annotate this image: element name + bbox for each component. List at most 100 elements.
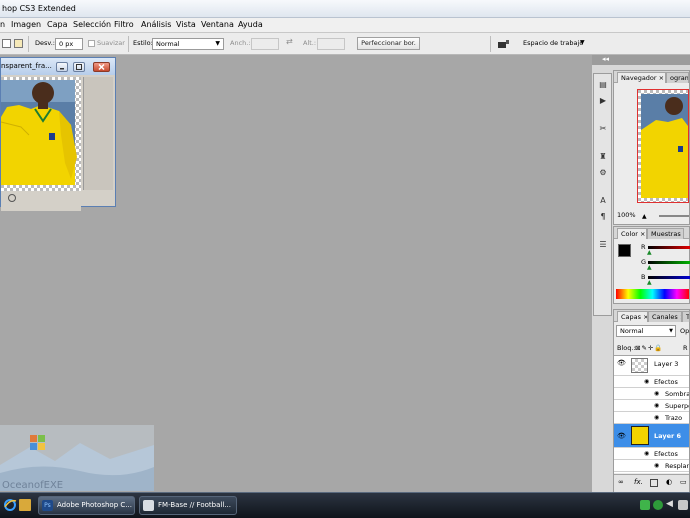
menu-select[interactable]: Selección bbox=[73, 20, 111, 29]
folder-icon[interactable] bbox=[19, 499, 31, 511]
menu-filter[interactable]: Filtro bbox=[114, 20, 134, 29]
eye-icon[interactable]: 👁 bbox=[617, 424, 626, 447]
height-input[interactable] bbox=[317, 38, 345, 50]
tab-color[interactable]: Color × bbox=[617, 228, 647, 239]
tray-volume-icon[interactable]: ◀ bbox=[666, 499, 673, 509]
taskbar-photoshop[interactable]: Ps Adobe Photoshop C... bbox=[38, 496, 135, 515]
lock-icons[interactable]: ⊠✎✛🔒 bbox=[635, 344, 663, 352]
browser-icon bbox=[143, 500, 154, 511]
green-slider[interactable] bbox=[648, 261, 690, 264]
layers-list[interactable]: 👁 Layer 3 ◉ Efectos ◉ Sombra ◉ Superpo ◉… bbox=[614, 355, 689, 473]
app-title-bar: hop CS3 Extended bbox=[0, 0, 690, 18]
layer-comps-icon[interactable]: ☰ bbox=[597, 238, 609, 250]
blue-slider[interactable] bbox=[648, 276, 690, 279]
tray-app-icon[interactable] bbox=[678, 500, 688, 510]
zoom-out-icon[interactable]: ▲ bbox=[642, 213, 647, 220]
effects-row[interactable]: ◉ Efectos bbox=[614, 448, 689, 460]
red-slider[interactable] bbox=[648, 246, 690, 249]
menu-analysis[interactable]: Análisis bbox=[141, 20, 171, 29]
history-icon[interactable]: ▤ bbox=[597, 78, 609, 90]
eye-icon[interactable]: ◉ bbox=[654, 460, 659, 471]
document-title-bar[interactable]: nsparent_fra... bbox=[1, 58, 115, 75]
foreground-color-swatch[interactable] bbox=[618, 244, 631, 257]
effects-row[interactable]: ◉ Efectos bbox=[614, 376, 689, 388]
status-area bbox=[1, 191, 81, 211]
effect-row[interactable]: ◉ Trazo bbox=[614, 412, 689, 424]
tool-presets-icon[interactable] bbox=[497, 39, 510, 49]
clone-source-icon[interactable]: ♜ bbox=[597, 150, 609, 162]
eye-icon[interactable]: ◉ bbox=[644, 448, 649, 459]
add-selection-icon[interactable] bbox=[14, 39, 23, 48]
menu-window[interactable]: Ventana bbox=[201, 20, 234, 29]
slider-handle-icon[interactable]: ▲ bbox=[647, 279, 652, 286]
document-canvas[interactable] bbox=[0, 77, 81, 245]
layers-tabs: Capas × Canales × T bbox=[614, 310, 690, 322]
eye-icon[interactable]: ◉ bbox=[654, 388, 659, 399]
tray-security-icon[interactable] bbox=[653, 500, 663, 510]
zoom-slider[interactable] bbox=[659, 215, 689, 217]
collapse-icon[interactable]: ◂◂ bbox=[602, 55, 609, 63]
menu-view[interactable]: Vista bbox=[176, 20, 196, 29]
layer-row-selected[interactable]: 👁 Layer 6 bbox=[614, 424, 689, 448]
tab-label: Capas bbox=[621, 313, 642, 321]
tab-navigator[interactable]: Navegador × bbox=[617, 72, 666, 83]
tab-histogram[interactable]: ograma bbox=[666, 72, 689, 83]
chevron-down-icon[interactable]: ▼ bbox=[580, 39, 585, 46]
tool-presets-icon[interactable]: ⚙ bbox=[597, 166, 609, 178]
effect-row[interactable]: ◉ Sombra bbox=[614, 388, 689, 400]
document-window[interactable]: nsparent_fra... bbox=[0, 57, 116, 211]
new-layer-icon[interactable]: ▭ bbox=[680, 478, 687, 486]
slider-handle-icon[interactable]: ▲ bbox=[647, 264, 652, 271]
slider-handle-icon[interactable]: ▲ bbox=[647, 249, 652, 256]
mask-icon[interactable] bbox=[650, 479, 658, 487]
brushes-icon[interactable]: ✂ bbox=[597, 122, 609, 134]
swap-icon[interactable]: ⇄ bbox=[286, 37, 293, 46]
vertical-scrollbar[interactable] bbox=[83, 77, 113, 190]
menu-help[interactable]: Ayuda bbox=[238, 20, 263, 29]
antialias-label: Suavizar bbox=[97, 39, 125, 47]
close-icon[interactable] bbox=[93, 62, 110, 72]
effect-label: Resplanc bbox=[665, 462, 689, 470]
effects-label: Efectos bbox=[654, 378, 678, 386]
tab-paths[interactable]: T bbox=[682, 311, 690, 322]
minimize-icon[interactable] bbox=[56, 62, 68, 72]
antialias-checkbox[interactable] bbox=[88, 40, 95, 47]
menu-file[interactable]: n bbox=[0, 20, 5, 29]
zoom-value[interactable]: 100% bbox=[617, 211, 636, 219]
adjustment-icon[interactable]: ◐ bbox=[666, 478, 672, 486]
refine-edge-button[interactable]: Perfeccionar bor. bbox=[357, 37, 420, 50]
paragraph-icon[interactable]: ¶ bbox=[597, 210, 609, 222]
navigator-preview[interactable] bbox=[637, 89, 689, 203]
color-ramp[interactable] bbox=[616, 289, 689, 299]
effect-row[interactable]: ◉ Resplanc bbox=[614, 460, 689, 472]
eye-icon[interactable]: 👁 bbox=[617, 356, 626, 370]
tab-channels[interactable]: Canales × bbox=[648, 311, 682, 322]
maximize-icon[interactable] bbox=[73, 62, 85, 72]
character-icon[interactable]: A bbox=[597, 194, 609, 206]
menu-layer[interactable]: Capa bbox=[47, 20, 67, 29]
taskbar-browser[interactable]: FM-Base // Football... bbox=[139, 496, 237, 515]
link-icon[interactable]: ∞ bbox=[618, 478, 624, 486]
effect-label: Sombra bbox=[665, 390, 689, 398]
eye-icon[interactable]: ◉ bbox=[644, 376, 649, 387]
dock-header: ◂◂ bbox=[592, 55, 690, 65]
menu-image[interactable]: Imagen bbox=[11, 20, 41, 29]
eye-icon[interactable]: ◉ bbox=[654, 412, 659, 423]
effect-row[interactable]: ◉ Superpo bbox=[614, 400, 689, 412]
blend-mode-select[interactable]: Normal ▼ bbox=[616, 325, 676, 337]
actions-icon[interactable]: ▶ bbox=[597, 94, 609, 106]
width-label: Anch.: bbox=[230, 39, 251, 47]
width-input[interactable] bbox=[251, 38, 279, 50]
layer-row[interactable]: 👁 Layer 3 bbox=[614, 356, 689, 376]
tab-label: T bbox=[686, 313, 690, 321]
ie-icon[interactable] bbox=[3, 498, 17, 512]
workspace-label[interactable]: Espacio de trabajo bbox=[523, 39, 583, 47]
selection-mode-icon[interactable] bbox=[2, 39, 11, 48]
eye-icon[interactable]: ◉ bbox=[654, 400, 659, 411]
fx-icon[interactable]: fx. bbox=[634, 478, 643, 486]
tab-layers[interactable]: Capas × bbox=[617, 311, 648, 322]
feather-input[interactable]: 0 px bbox=[55, 38, 83, 50]
tab-swatches[interactable]: Muestras × bbox=[647, 228, 684, 239]
style-select[interactable]: Normal ▼ bbox=[152, 38, 224, 50]
tray-network-icon[interactable] bbox=[640, 500, 650, 510]
